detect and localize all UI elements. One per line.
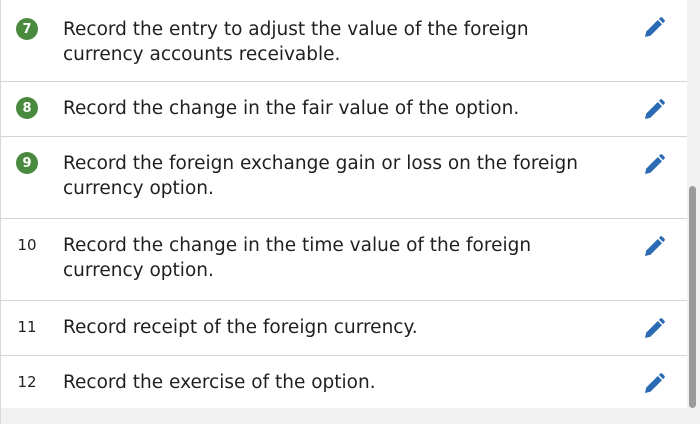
pencil-icon[interactable] — [641, 316, 667, 342]
pencil-icon[interactable] — [641, 152, 667, 178]
step-description: Record the change in the time value of t… — [63, 235, 532, 281]
step-number: 10 — [17, 236, 37, 254]
step-description: Record the foreign exchange gain or loss… — [63, 153, 579, 199]
step-number-col: 9 — [1, 151, 63, 174]
step-row-7[interactable]: 7 Record the entry to adjust the value o… — [1, 0, 687, 82]
step-description: Record the entry to adjust the value of … — [63, 19, 529, 65]
step-description: Record the change in the fair value of t… — [63, 98, 520, 119]
pencil-icon[interactable] — [641, 97, 667, 123]
list-footer-strip — [0, 408, 687, 424]
step-number-col: 11 — [1, 315, 63, 338]
step-row-12[interactable]: 12 Record the exercise of the option. — [1, 356, 687, 411]
step-row-10[interactable]: 10 Record the change in the time value o… — [1, 219, 687, 301]
pencil-icon[interactable] — [641, 234, 667, 260]
scrollbar-thumb[interactable] — [689, 186, 696, 408]
step-number: 11 — [17, 318, 37, 336]
step-number-col: 10 — [1, 233, 63, 256]
step-number: 12 — [17, 373, 37, 391]
step-number-col: 8 — [1, 96, 63, 119]
step-complete-badge: 9 — [16, 152, 38, 174]
step-description: Record receipt of the foreign currency. — [63, 317, 418, 338]
step-description: Record the exercise of the option. — [63, 372, 376, 393]
step-row-11[interactable]: 11 Record receipt of the foreign currenc… — [1, 301, 687, 356]
pencil-icon[interactable] — [641, 15, 667, 41]
journal-steps-panel: 7 Record the entry to adjust the value o… — [0, 0, 700, 424]
vertical-scrollbar[interactable] — [688, 0, 698, 424]
step-complete-badge: 8 — [16, 97, 38, 119]
step-number-col: 7 — [1, 17, 63, 40]
step-number-col: 12 — [1, 370, 63, 393]
step-row-9[interactable]: 9 Record the foreign exchange gain or lo… — [1, 137, 687, 219]
steps-list: 7 Record the entry to adjust the value o… — [0, 0, 687, 411]
step-row-8[interactable]: 8 Record the change in the fair value of… — [1, 82, 687, 137]
step-complete-badge: 7 — [16, 18, 38, 40]
pencil-icon[interactable] — [641, 371, 667, 397]
